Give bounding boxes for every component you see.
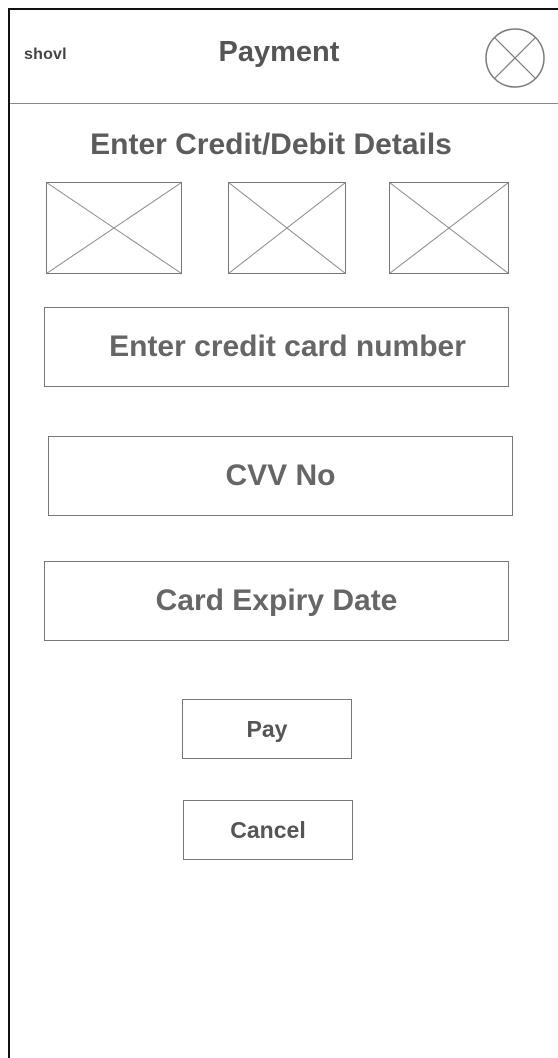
card-image-placeholder <box>228 182 346 274</box>
pay-button[interactable]: Pay <box>182 699 352 759</box>
header-bar: shovl Payment <box>10 10 558 104</box>
page-title: Payment <box>218 36 340 68</box>
phone-frame: shovl Payment Enter Credit/Debit Details <box>8 8 558 1058</box>
section-title: Enter Credit/Debit Details <box>90 128 452 161</box>
card-image-placeholder <box>389 182 509 274</box>
image-placeholder-icon <box>389 182 509 274</box>
card-image-placeholder <box>46 182 182 274</box>
image-placeholder-icon <box>228 182 346 274</box>
close-circle-x-icon <box>485 28 545 88</box>
image-placeholder-icon <box>46 182 182 274</box>
cancel-button[interactable]: Cancel <box>183 800 353 860</box>
cvv-field[interactable]: CVV No <box>48 436 513 516</box>
card-number-field[interactable]: Enter credit card number <box>44 307 509 387</box>
close-button[interactable] <box>484 27 546 89</box>
expiry-date-field[interactable]: Card Expiry Date <box>44 561 509 641</box>
